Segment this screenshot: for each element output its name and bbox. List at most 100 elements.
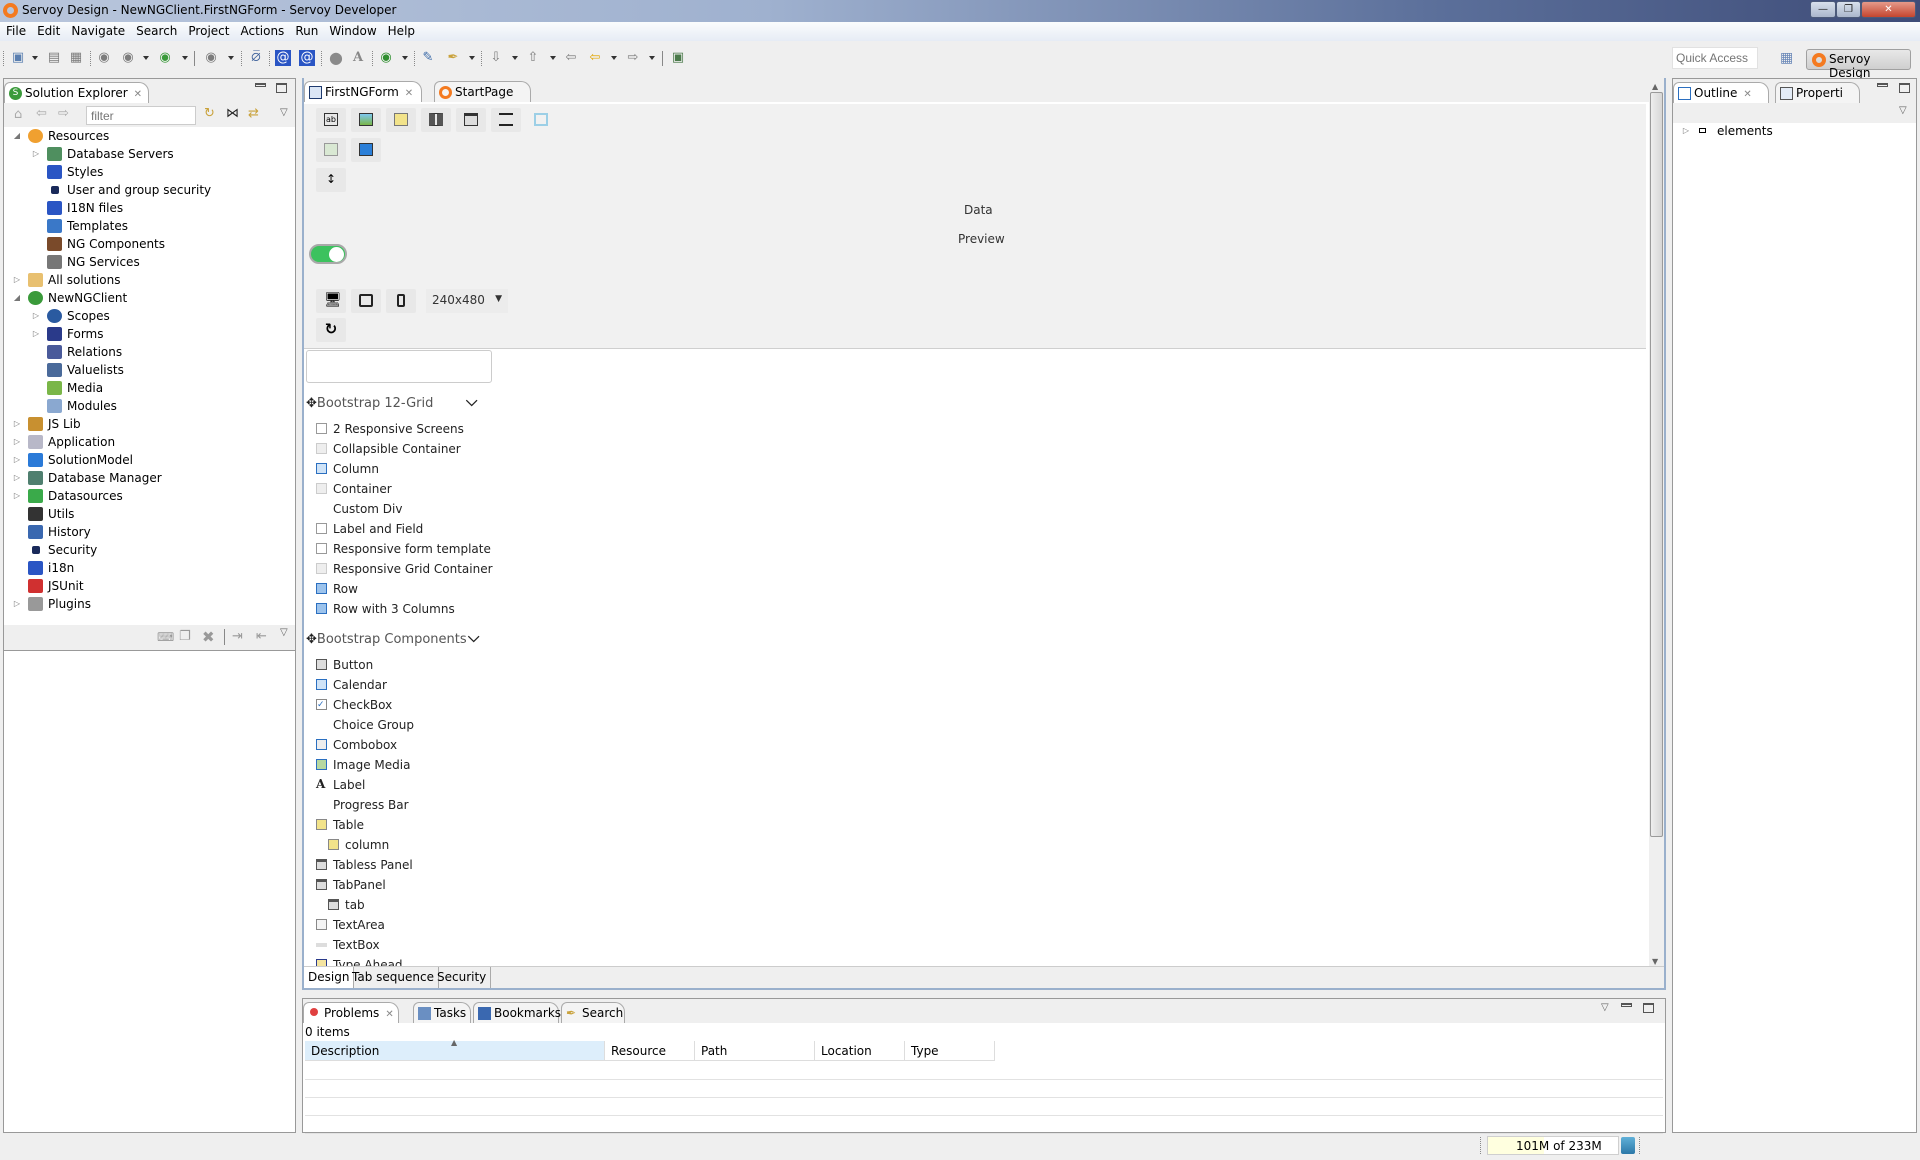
tab-bookmarks[interactable]: Bookmarks [473, 1002, 561, 1023]
tab-tasks[interactable]: Tasks [413, 1002, 471, 1023]
script-icon[interactable]: ✎ [420, 50, 436, 66]
menu-run[interactable]: Run [289, 22, 323, 38]
expand-icon[interactable]: ▷ [12, 271, 22, 289]
servoy-design-perspective-button[interactable]: Servoy Design [1806, 49, 1911, 80]
toolbar-split-button[interactable] [421, 108, 451, 132]
column-header-description[interactable]: Description ▲ [305, 1038, 605, 1061]
menu-file[interactable]: File [0, 22, 31, 38]
back-icon[interactable]: ⇦ [36, 106, 47, 121]
i18n-icon[interactable]: @ [299, 50, 315, 66]
open-perspective-icon[interactable]: ▣ [670, 50, 686, 66]
tree-item-database-servers[interactable]: ▷ Database Servers [4, 145, 295, 163]
expand-icon[interactable]: ▷ [12, 469, 22, 487]
editor-vertical-scrollbar[interactable]: ▲ ▼ [1649, 82, 1664, 966]
toolbar-text-button[interactable]: ab [316, 108, 346, 132]
tree-item-modules[interactable]: Modules [4, 397, 295, 415]
tab-tab-sequence[interactable]: Tab sequence [348, 967, 439, 988]
tab-solution-explorer[interactable]: S Solution Explorer ✕ [4, 82, 149, 103]
refresh-button[interactable]: ↻ [316, 318, 346, 342]
tree-item-styles[interactable]: Styles [4, 163, 295, 181]
column-header-path[interactable]: Path [695, 1041, 815, 1061]
sync-icon[interactable]: ↻ [204, 106, 215, 121]
minimize-view-button[interactable] [1621, 1003, 1632, 1007]
toolbar-anchor-button[interactable]: ↕ [316, 168, 346, 192]
menu-project[interactable]: Project [182, 22, 234, 38]
minimize-button[interactable]: — [1810, 1, 1836, 18]
back-nav-icon[interactable]: ⇦ [587, 50, 603, 66]
expand-icon[interactable]: ▷ [31, 307, 41, 325]
previous-annotation-dropdown-caret[interactable] [550, 56, 556, 60]
toolbar-lines-button[interactable] [491, 108, 521, 132]
open-perspective-icon[interactable]: ▦ [1780, 50, 1796, 66]
forward-nav-icon[interactable]: ⇨ [625, 50, 641, 66]
tree-item-js-lib[interactable]: ▷ JS Lib [4, 415, 295, 433]
tree-item-resources[interactable]: ◢ Resources [4, 127, 295, 145]
tree-item-i18n-files[interactable]: I18N files [4, 199, 295, 217]
heap-status[interactable]: 101M of 233M [1487, 1136, 1619, 1155]
circle-icon[interactable]: ● [328, 50, 344, 66]
tab-properties[interactable]: Properti [1775, 82, 1860, 103]
link-with-editor-icon[interactable]: ⇄ [248, 106, 259, 121]
outline-item-elements[interactable]: ▷ elements [1673, 122, 1913, 140]
minimize-view-button[interactable] [1877, 83, 1888, 87]
export-icon[interactable]: ⇥ [232, 629, 243, 644]
quick-access-input[interactable] [1672, 47, 1758, 69]
font-icon[interactable]: A [350, 50, 366, 66]
tree-item-media[interactable]: Media [4, 379, 295, 397]
minimize-view-button[interactable] [255, 83, 266, 87]
tab-problems[interactable]: Problems ✕ [303, 1002, 399, 1023]
column-header-type[interactable]: Type [905, 1041, 995, 1061]
collapse-all-icon[interactable]: ⋈ [226, 106, 239, 121]
tree-item-jsunit[interactable]: JSUnit [4, 577, 295, 595]
expand-icon[interactable]: ▷ [12, 433, 22, 451]
scroll-down-icon[interactable]: ▼ [1652, 957, 1658, 966]
palette-section-header[interactable]: ✥Bootstrap Components ⌵ [306, 628, 479, 647]
view-menu-icon[interactable]: ▽ [1601, 1002, 1609, 1013]
expand-icon[interactable]: ▷ [12, 415, 22, 433]
new-window-icon[interactable]: ❐ [179, 629, 191, 644]
collapse-icon[interactable]: ◢ [12, 289, 22, 307]
expand-icon[interactable]: ▷ [12, 487, 22, 505]
column-header-resource[interactable]: Resource [605, 1041, 695, 1061]
new-icon[interactable]: ▣ [10, 50, 26, 66]
tree-item-templates[interactable]: Templates [4, 217, 295, 235]
tree-item-ng-components[interactable]: NG Components [4, 235, 295, 253]
debug-ng-client-icon[interactable]: ◉ [157, 50, 173, 66]
tree-item-security[interactable]: Security [4, 541, 295, 559]
tree-item-plugins[interactable]: ▷ Plugins [4, 595, 295, 613]
tab-outline[interactable]: Outline ✕ [1673, 82, 1769, 103]
tab-security[interactable]: Security [433, 967, 492, 988]
save-icon[interactable]: ▤ [46, 50, 62, 66]
view-menu-icon[interactable]: ▽ [280, 107, 288, 118]
i18n-flag-icon[interactable]: @ [275, 50, 291, 66]
close-tab-icon[interactable]: ✕ [405, 88, 413, 99]
home-icon[interactable]: ⌂ [14, 107, 22, 122]
toolbar-tabpanel-button[interactable] [456, 108, 486, 132]
back-icon[interactable]: ⇦ [563, 50, 579, 66]
back-nav-dropdown-caret[interactable] [611, 56, 617, 60]
tab-first-ng-form[interactable]: FirstNGForm ✕ [304, 81, 422, 102]
close-button[interactable]: ✕ [1861, 1, 1916, 18]
maximize-view-button[interactable] [276, 83, 287, 93]
forward-icon[interactable]: ⇨ [58, 106, 69, 121]
collapse-icon[interactable]: ◢ [12, 127, 22, 145]
toolbar-rectangle-button[interactable] [526, 108, 556, 132]
toolbar-table-button[interactable] [386, 108, 416, 132]
keyboard-icon[interactable]: ⌨ [157, 630, 174, 644]
debug-mobile-icon[interactable]: ◉ [203, 50, 219, 66]
view-menu-icon[interactable]: ▽ [280, 627, 288, 638]
next-annotation-icon[interactable]: ⇩ [488, 50, 504, 66]
tab-start-page[interactable]: StartPage [434, 81, 531, 102]
tree-item-newngclient[interactable]: ◢ NewNGClient [4, 289, 295, 307]
delete-icon[interactable]: ✖ [202, 628, 215, 646]
move-icon[interactable]: ✥ [306, 632, 317, 647]
menu-edit[interactable]: Edit [31, 22, 65, 38]
filter-input[interactable] [86, 106, 196, 125]
menu-search[interactable]: Search [130, 22, 182, 38]
debug-smart-client-icon[interactable]: ◉ [96, 50, 112, 66]
tree-item-valuelists[interactable]: Valuelists [4, 361, 295, 379]
phone-view-button[interactable] [386, 289, 416, 313]
tree-item-database-manager[interactable]: ▷ Database Manager [4, 469, 295, 487]
tree-item-solutionmodel[interactable]: ▷ SolutionModel [4, 451, 295, 469]
menu-actions[interactable]: Actions [234, 22, 289, 38]
